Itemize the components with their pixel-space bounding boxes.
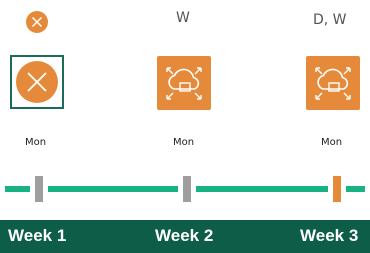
timeline-marker-active[interactable] <box>333 176 341 202</box>
cloud-sync-icon <box>306 56 360 110</box>
day-label: Mon <box>25 137 47 148</box>
timeline-marker[interactable] <box>35 176 43 202</box>
cloud-sync-icon <box>157 56 211 110</box>
day-label: Mon <box>321 137 343 148</box>
day-label: Mon <box>173 137 195 148</box>
week-label: Week 1 <box>8 226 67 245</box>
week-bar: Week 1 Week 2 Week 3 <box>0 220 370 253</box>
week-label: Week 3 <box>300 226 359 245</box>
timeline-marker[interactable] <box>183 176 191 202</box>
week-label: Week 2 <box>155 226 214 245</box>
schedule-tile[interactable] <box>157 56 211 110</box>
schedule-tile-selected[interactable] <box>10 55 64 109</box>
schedule-timeline: W D, W Mon Mon Mon Week 1 Week 2 Week 3 <box>0 0 370 253</box>
schedule-frequency-label: D, W <box>313 12 347 28</box>
cancel-circle-icon <box>15 60 59 104</box>
schedule-frequency-label: W <box>176 10 190 26</box>
schedule-tile[interactable] <box>306 56 360 110</box>
cancel-circle-icon <box>25 10 49 34</box>
